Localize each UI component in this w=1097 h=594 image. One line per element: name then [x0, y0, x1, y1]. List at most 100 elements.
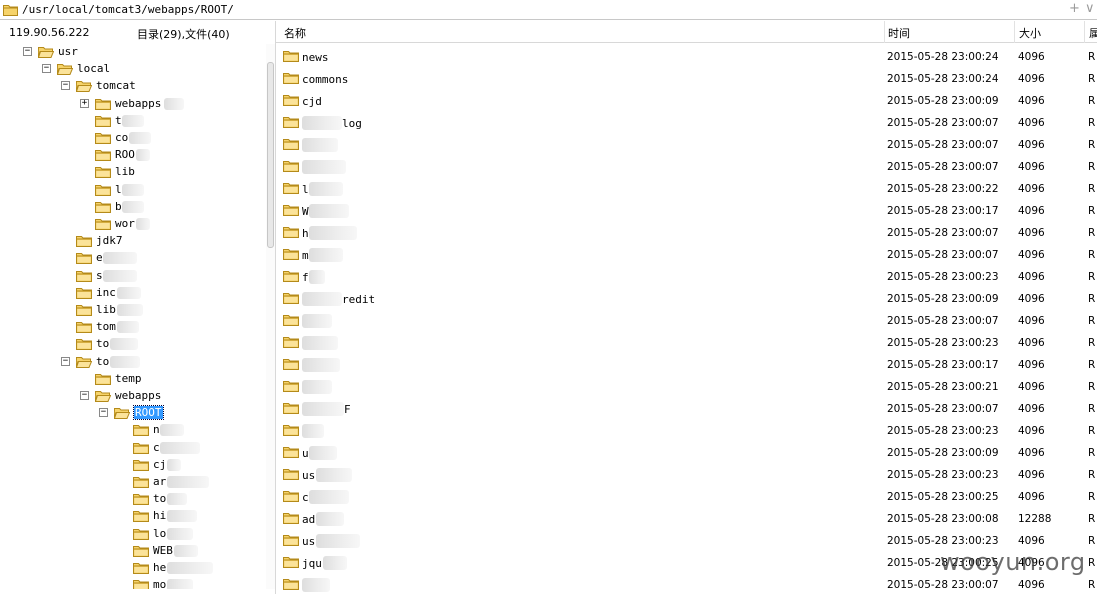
file-name[interactable]: f — [302, 271, 309, 284]
file-name[interactable]: jqu — [302, 557, 322, 570]
tree-item-label[interactable]: lib — [96, 303, 116, 316]
tree-item[interactable]: mo — [0, 577, 266, 589]
tree-item-label[interactable]: inc — [96, 286, 116, 299]
tree-item-label[interactable]: mo — [153, 578, 166, 589]
tree-item-label[interactable]: he — [153, 561, 166, 574]
tree-item[interactable]: t — [0, 113, 266, 130]
file-row[interactable]: news 2015-05-28 23:00:24 4096 R — [276, 46, 1097, 68]
collapse-icon[interactable]: − — [42, 64, 51, 74]
file-row[interactable]: 2015-05-28 23:00:07 4096 R — [276, 134, 1097, 156]
file-row[interactable]: commons 2015-05-28 23:00:24 4096 R — [276, 68, 1097, 90]
tree-item-label[interactable]: tomcat — [96, 79, 136, 92]
file-row[interactable]: 2015-05-28 23:00:07 4096 R — [276, 574, 1097, 594]
file-name[interactable]: W — [302, 205, 309, 218]
tree-item[interactable]: e — [0, 250, 266, 267]
file-row[interactable]: redit 2015-05-28 23:00:09 4096 R — [276, 288, 1097, 310]
tree-item-label[interactable]: usr — [58, 45, 78, 58]
file-name[interactable]: l — [302, 183, 309, 196]
tree-item[interactable]: cj — [0, 457, 266, 474]
file-row[interactable]: 2015-05-28 23:00:07 4096 R — [276, 310, 1097, 332]
file-name[interactable]: us — [302, 469, 315, 482]
tree-item-label[interactable]: WEB — [153, 544, 173, 557]
expand-icon[interactable]: + — [80, 98, 89, 108]
path-bar[interactable]: /usr/local/tomcat3/webapps/ROOT/ + ∨ — [0, 0, 1097, 20]
collapse-icon[interactable]: − — [80, 391, 89, 400]
tree-item-label[interactable]: ROOT — [133, 405, 164, 421]
tree-item-label[interactable]: to — [96, 355, 109, 368]
file-row[interactable]: 2015-05-28 23:00:21 4096 R — [276, 376, 1097, 398]
tree-item[interactable]: to — [0, 336, 266, 353]
file-name[interactable]: ad — [302, 513, 315, 526]
tree-item[interactable]: wor — [0, 216, 266, 233]
tree-item-label[interactable]: wor — [115, 217, 135, 230]
tree-item-label[interactable]: lib — [115, 165, 135, 178]
tree-item[interactable]: ar — [0, 474, 266, 491]
tree-item-label[interactable]: temp — [115, 372, 142, 385]
tree-item-label[interactable]: co — [115, 131, 128, 144]
tree-item[interactable]: − webapps — [0, 388, 266, 405]
file-name[interactable]: us — [302, 535, 315, 548]
file-name[interactable]: c — [302, 491, 309, 504]
file-row[interactable]: u 2015-05-28 23:00:09 4096 R — [276, 442, 1097, 464]
tree-scrollbar[interactable] — [266, 44, 275, 589]
file-list[interactable]: news 2015-05-28 23:00:24 4096 Rcommons 2015-… — [276, 46, 1097, 594]
collapse-icon[interactable]: − — [23, 47, 32, 56]
tree-item[interactable]: co — [0, 130, 266, 147]
tree-item[interactable]: l — [0, 182, 266, 199]
file-row[interactable]: m 2015-05-28 23:00:07 4096 R — [276, 244, 1097, 266]
tree-item-label[interactable]: local — [77, 62, 110, 75]
column-divider[interactable] — [884, 21, 885, 43]
file-name[interactable]: cjd — [302, 95, 322, 108]
tree-item[interactable]: tom — [0, 319, 266, 336]
file-row[interactable]: us 2015-05-28 23:00:23 4096 R — [276, 464, 1097, 486]
tree-item-label[interactable]: lo — [153, 527, 166, 540]
current-path[interactable]: /usr/local/tomcat3/webapps/ROOT/ — [22, 3, 234, 16]
file-name[interactable]: commons — [302, 73, 348, 86]
file-row[interactable]: log 2015-05-28 23:00:07 4096 R — [276, 112, 1097, 134]
file-row[interactable]: h 2015-05-28 23:00:07 4096 R — [276, 222, 1097, 244]
file-row[interactable]: f 2015-05-28 23:00:23 4096 R — [276, 266, 1097, 288]
file-name[interactable]: u — [302, 447, 309, 460]
tree-item[interactable]: lib — [0, 164, 266, 181]
tree-item-label[interactable]: jdk7 — [96, 234, 123, 247]
tree-item[interactable]: b — [0, 199, 266, 216]
tree-item[interactable]: − ROOT — [0, 405, 266, 422]
tree-item[interactable]: + webapps — [0, 96, 266, 113]
add-icon[interactable]: + — [1069, 1, 1080, 16]
column-divider[interactable] — [1014, 21, 1015, 43]
tree-item-label[interactable]: s — [96, 269, 103, 282]
tree-item[interactable]: − local — [0, 61, 266, 78]
collapse-icon[interactable]: − — [99, 408, 108, 418]
tree-item-label[interactable]: ROO — [115, 148, 135, 161]
tree-item[interactable]: c — [0, 440, 266, 457]
file-row[interactable]: c 2015-05-28 23:00:25 4096 R — [276, 486, 1097, 508]
tree-item-label[interactable]: c — [153, 441, 160, 454]
tree-item[interactable]: s — [0, 268, 266, 285]
tree-item[interactable]: n — [0, 422, 266, 439]
tree-item-label[interactable]: webapps — [115, 389, 161, 402]
column-time[interactable]: 时间 — [888, 25, 910, 41]
file-name[interactable]: redit — [342, 293, 375, 306]
file-row[interactable]: ad 2015-05-28 23:00:08 12288 R — [276, 508, 1097, 530]
tree-item[interactable]: − tomcat — [0, 78, 266, 95]
tree-item-label[interactable]: t — [115, 114, 122, 127]
tree-item[interactable]: to — [0, 491, 266, 508]
file-row[interactable]: 2015-05-28 23:00:07 4096 R — [276, 156, 1097, 178]
column-divider[interactable] — [1084, 21, 1085, 43]
file-row[interactable]: 2015-05-28 23:00:17 4096 R — [276, 354, 1097, 376]
tree-item-label[interactable]: to — [153, 492, 166, 505]
file-name[interactable]: news — [302, 51, 329, 64]
tree-item-label[interactable]: hi — [153, 509, 166, 522]
tree-item[interactable]: hi — [0, 508, 266, 525]
file-name[interactable]: m — [302, 249, 309, 262]
tree-item-label[interactable]: n — [153, 423, 160, 436]
tree-item-label[interactable]: e — [96, 251, 103, 264]
directory-tree[interactable]: − usr − local − tomcat + webapps t co ROO lib l b wor j… — [0, 44, 266, 589]
file-name[interactable]: h — [302, 227, 309, 240]
tree-item[interactable]: inc — [0, 285, 266, 302]
column-name[interactable]: 名称 — [284, 25, 306, 41]
tree-item[interactable]: lo — [0, 526, 266, 543]
file-row[interactable]: l 2015-05-28 23:00:22 4096 R — [276, 178, 1097, 200]
chevron-down-icon[interactable]: ∨ — [1085, 1, 1095, 16]
tree-item[interactable]: − usr — [0, 44, 266, 61]
